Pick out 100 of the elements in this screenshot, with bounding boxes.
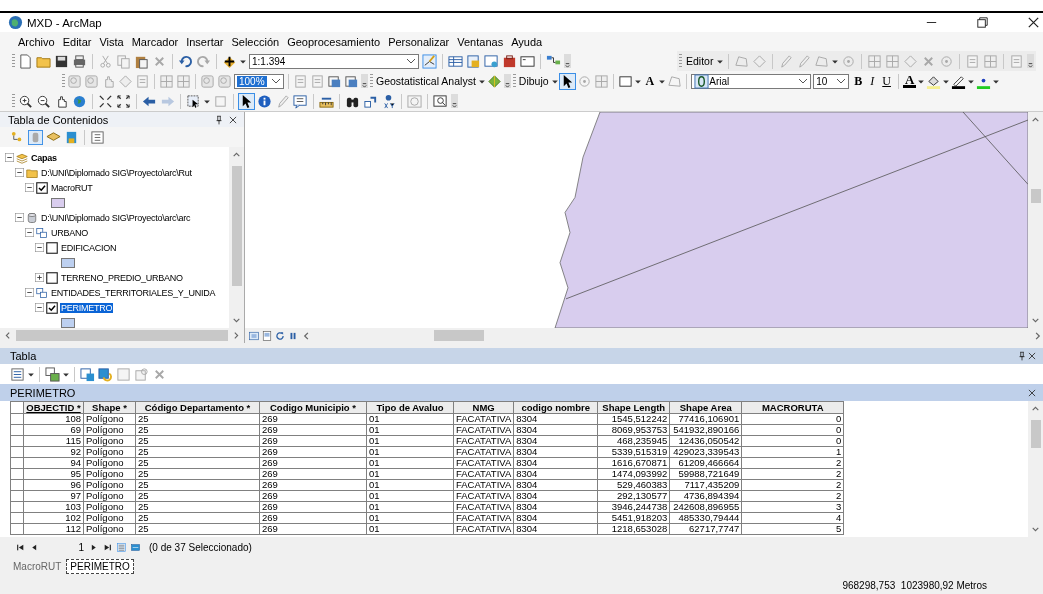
table-cell: 8304: [513, 501, 598, 513]
table-cell: 5451,918203: [597, 512, 670, 524]
menu-item[interactable]: Ayuda: [507, 35, 547, 48]
menu-item[interactable]: Personalizar: [384, 35, 454, 48]
table-cell: 3: [741, 501, 844, 513]
layer-name[interactable]: D:\UNI\Diplomado SIG\Proyecto\arc\Rut: [40, 167, 193, 178]
table-cell: 269: [259, 468, 367, 480]
table-cell: 01: [366, 523, 454, 535]
table-cell: 5: [741, 523, 844, 535]
table-cell: 01: [366, 490, 454, 502]
column-header[interactable]: codigo nombre: [513, 401, 598, 414]
layer-name[interactable]: PERIMETRO: [60, 302, 114, 313]
column-header[interactable]: Codigo Municipio *: [259, 401, 367, 414]
table-cell: Polígono: [83, 457, 136, 469]
menu-item[interactable]: Insertar: [182, 35, 228, 48]
column-header[interactable]: OBJECTID *: [23, 401, 84, 414]
layer-name[interactable]: Capas: [30, 152, 58, 163]
table-cell: 25: [135, 446, 260, 458]
menu-item[interactable]: Marcador: [127, 35, 183, 48]
table-cell: 25: [135, 501, 260, 513]
table-cell: 12436,050542: [669, 435, 742, 447]
font-size-combo[interactable]: 10: [813, 73, 850, 89]
menu-item[interactable]: Geoprocesamiento: [283, 35, 385, 48]
text-tool[interactable]: A: [642, 73, 658, 89]
editor-menu[interactable]: Editor: [685, 55, 715, 67]
bold-button[interactable]: B: [851, 73, 866, 89]
menu-item[interactable]: Editar: [58, 35, 96, 48]
table-cell: FACATATIVA: [453, 435, 514, 447]
table-cell: 25: [135, 413, 260, 425]
table-tab[interactable]: PERIMETRO: [66, 559, 134, 574]
zoom-combo[interactable]: 100%: [234, 73, 284, 89]
table-cell: Polígono: [83, 446, 136, 458]
table-cell: 61209,466664: [669, 457, 742, 469]
table-cell: 269: [259, 446, 367, 458]
menu-item[interactable]: Archivo: [14, 35, 59, 48]
column-header[interactable]: MACRORUTA: [741, 401, 844, 414]
table-cell: 102: [23, 512, 84, 524]
column-header[interactable]: NMG: [453, 401, 514, 414]
table-cell: Polígono: [83, 523, 136, 535]
table-cell: 108: [23, 413, 84, 425]
table-cell: FACATATIVA: [453, 468, 514, 480]
table-cell: 1218,653028: [597, 523, 670, 535]
table-cell: 0: [741, 413, 844, 425]
table-cell: 25: [135, 512, 260, 524]
table-cell: 25: [135, 523, 260, 535]
layer-name[interactable]: D:\UNI\Diplomado SIG\Proyecto\arc\arc: [40, 212, 192, 223]
table-cell: 77416,106901: [669, 413, 742, 425]
table-cell: 69: [23, 424, 84, 436]
table-cell: 541932,890166: [669, 424, 742, 436]
table-cell: 8304: [513, 457, 598, 469]
table-cell: 269: [259, 490, 367, 502]
italic-button[interactable]: I: [867, 73, 878, 89]
menu-item[interactable]: Ventanas: [453, 35, 508, 48]
font-color-button[interactable]: A: [902, 74, 917, 88]
table-cell: 269: [259, 501, 367, 513]
layer-name[interactable]: EDIFICACION: [60, 242, 118, 253]
geostatistical-analyst-menu[interactable]: Geostatistical Analyst: [375, 75, 477, 87]
menu-item[interactable]: Vista: [95, 35, 128, 48]
table-cell: 25: [135, 457, 260, 469]
font-combo[interactable]: Arial: [691, 73, 812, 89]
table-cell: FACATATIVA: [453, 479, 514, 491]
table-cell: 1: [741, 446, 844, 458]
table-cell: 01: [366, 435, 454, 447]
table-cell: Polígono: [83, 501, 136, 513]
column-header[interactable]: Shape Area: [669, 401, 742, 414]
table-cell: 1474,093992: [597, 468, 670, 480]
menu-item[interactable]: Selección: [227, 35, 284, 48]
drawing-menu[interactable]: Dibujo: [517, 75, 550, 87]
table-cell: 485330,79444: [669, 512, 742, 524]
layer-name[interactable]: MacroRUT: [50, 182, 94, 193]
underline-button[interactable]: U: [879, 73, 894, 89]
table-cell: FACATATIVA: [453, 424, 514, 436]
table-cell: 429023,339543: [669, 446, 742, 458]
table-tab[interactable]: MacroRUT: [10, 560, 65, 573]
table-cell: 25: [135, 435, 260, 447]
layer-name[interactable]: TERRENO_PREDIO_URBANO: [60, 272, 184, 283]
table-cell: 103: [23, 501, 84, 513]
table-cell: 2: [741, 490, 844, 502]
table-cell: 269: [259, 479, 367, 491]
table-cell: 269: [259, 424, 367, 436]
column-header[interactable]: Shape Length: [597, 401, 670, 414]
table-cell: 01: [366, 501, 454, 513]
column-header[interactable]: Código Departamento *: [135, 401, 260, 414]
table-cell: 01: [366, 457, 454, 469]
layer-name[interactable]: URBANO: [50, 227, 89, 238]
record-number[interactable]: 1: [44, 541, 84, 553]
scale-combo[interactable]: 1:1.394: [249, 53, 419, 69]
table-cell: FACATATIVA: [453, 457, 514, 469]
table-cell: Polígono: [83, 435, 136, 447]
coordinates-readout: 968298,753 1023980,92 Metros: [842, 579, 987, 591]
layer-name[interactable]: ENTIDADES_TERRITORIALES_Y_UNIDA: [50, 287, 217, 298]
table-cell: Polígono: [83, 468, 136, 480]
column-header[interactable]: Tipo de Avaluo: [366, 401, 454, 414]
table-cell: Polígono: [83, 512, 136, 524]
column-header[interactable]: Shape *: [83, 401, 136, 414]
table-cell: 2: [741, 479, 844, 491]
table-cell: FACATATIVA: [453, 512, 514, 524]
table-cell: 7117,435209: [669, 479, 742, 491]
table-cell: 25: [135, 424, 260, 436]
table-cell: 1616,670871: [597, 457, 670, 469]
